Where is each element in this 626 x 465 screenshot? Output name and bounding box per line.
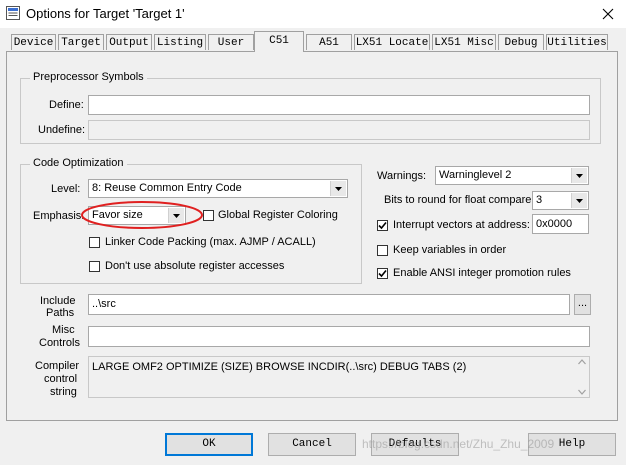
compiler-string-scrollbar[interactable] [575,357,589,397]
chevron-down-icon[interactable] [330,181,346,196]
level-label: Level: [51,183,81,195]
include-paths-label-2: Paths [46,307,75,319]
checkmark-icon [378,269,387,278]
float-bits-label: Bits to round for float compare: [384,194,535,206]
title-bar: Options for Target 'Target 1' [0,0,626,28]
no-absolute-register-label: Don't use absolute register accesses [105,260,285,272]
ok-button[interactable]: OK [165,433,253,456]
misc-controls-label-1: Misc [52,324,75,336]
tab-c51[interactable]: C51 [254,31,304,52]
tab-a51[interactable]: A51 [306,34,352,50]
no-absolute-register-checkbox[interactable] [89,261,100,272]
float-bits-value: 3 [536,194,543,206]
tab-debug[interactable]: Debug [498,34,544,50]
tab-output[interactable]: Output [106,34,152,50]
misc-controls-input[interactable] [88,326,590,347]
tab-lx51-misc[interactable]: LX51 Misc [432,34,496,50]
compiler-string-value: LARGE OMF2 OPTIMIZE (SIZE) BROWSE INCDIR… [92,361,467,373]
keep-variables-checkbox[interactable] [377,245,388,256]
float-bits-select[interactable]: 3 [532,191,589,210]
ansi-promotion-label: Enable ANSI integer promotion rules [393,267,571,279]
interrupt-vectors-checkbox[interactable] [377,220,388,231]
include-paths-label-1: Include [40,295,76,307]
cancel-button[interactable]: Cancel [268,433,356,456]
misc-controls-label-2: Controls [39,337,80,349]
chevron-down-icon[interactable] [571,193,587,208]
browse-paths-button[interactable]: ... [574,294,591,315]
checkmark-icon [378,221,387,230]
level-value: 8: Reuse Common Entry Code [92,182,242,194]
compiler-string-textarea[interactable]: LARGE OMF2 OPTIMIZE (SIZE) BROWSE INCDIR… [88,356,590,398]
include-paths-input[interactable]: ..\src [88,294,570,315]
define-input[interactable] [88,95,590,115]
ansi-promotion-checkbox[interactable] [377,268,388,279]
annotation-circle [81,201,203,229]
linker-packing-label: Linker Code Packing (max. AJMP / ACALL) [105,236,316,248]
close-icon[interactable] [590,0,626,28]
global-register-label: Global Register Coloring [218,209,338,221]
warnings-label: Warnings: [377,170,427,182]
tab-listing[interactable]: Listing [154,34,206,50]
undefine-label: Undefine: [38,124,86,136]
interrupt-address-input[interactable]: 0x0000 [532,214,589,234]
define-label: Define: [49,99,84,111]
chevron-down-icon[interactable] [571,168,587,183]
compiler-string-label-2: control [44,373,78,385]
warnings-select[interactable]: Warninglevel 2 [435,166,589,185]
keil-project-icon [6,6,20,20]
tab-utilities[interactable]: Utilities [546,34,608,50]
tab-user[interactable]: User [208,34,254,50]
watermark-text: https://blog.csdn.net/Zhu_Zhu_2009 [362,437,555,451]
emphasis-label: Emphasis: [33,210,85,222]
preprocessor-group-title: Preprocessor Symbols [30,71,147,83]
tab-device[interactable]: Device [11,34,56,50]
window-title: Options for Target 'Target 1' [26,6,185,21]
compiler-string-label-1: Compiler [35,360,80,372]
code-optimization-group-title: Code Optimization [30,157,127,169]
tab-target[interactable]: Target [58,34,104,50]
interrupt-vectors-label: Interrupt vectors at address: [393,219,530,231]
level-select[interactable]: 8: Reuse Common Entry Code [88,179,348,198]
warnings-value: Warninglevel 2 [439,169,512,181]
undefine-input[interactable] [88,120,590,140]
tab-lx51-locate[interactable]: LX51 Locate [354,34,430,50]
keep-variables-label: Keep variables in order [393,244,507,256]
linker-packing-checkbox[interactable] [89,237,100,248]
compiler-string-label-3: string [50,386,77,398]
